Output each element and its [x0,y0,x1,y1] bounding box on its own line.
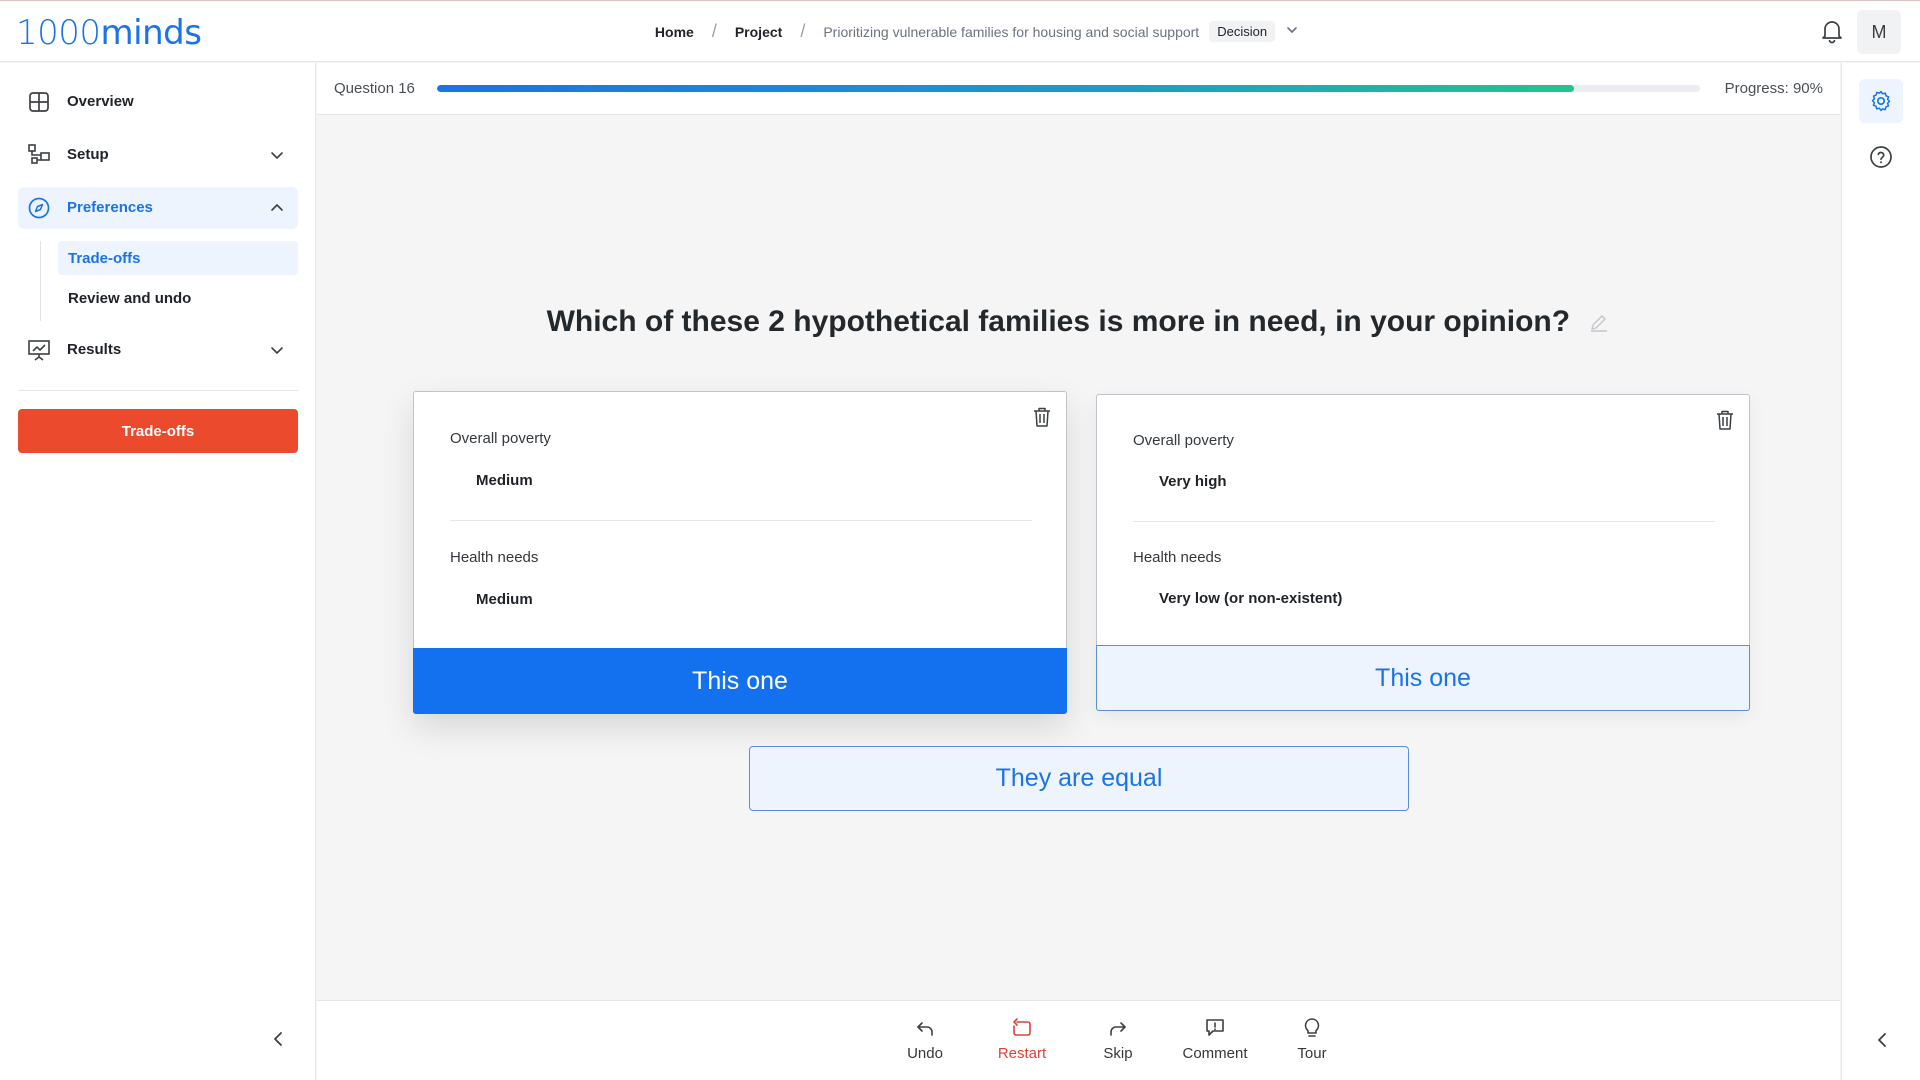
decision-badge: Decision [1209,21,1276,42]
chevron-left-icon[interactable] [1872,1030,1892,1050]
progress-bar-fill [437,85,1574,92]
skip-button[interactable]: Skip [1078,1017,1158,1062]
help-button[interactable] [1859,135,1903,179]
attribute-value: Medium [476,472,533,489]
sidebar-subitem-review-undo[interactable]: Review and undo [58,281,298,315]
compass-icon [28,197,50,219]
sidebar-divider [18,390,298,391]
attribute-value: Medium [476,591,533,608]
trash-icon[interactable] [1715,409,1735,431]
they-are-equal-button[interactable]: They are equal [749,746,1409,811]
attribute-value: Very high [1159,473,1227,490]
pencil-icon[interactable] [1588,311,1610,333]
question-heading: Which of these 2 hypothetical families i… [317,305,1840,339]
breadcrumb: Home / Project / Prioritizing vulnerable… [0,21,1920,42]
attribute-label: Overall poverty [1133,432,1234,449]
sidebar-item-label: Setup [67,146,109,163]
sidebar-item-setup[interactable]: Setup [18,134,298,176]
chevron-left-icon[interactable] [268,1029,288,1049]
sidebar-item-label: Overview [67,93,134,110]
restart-button[interactable]: Restart [982,1017,1062,1062]
progress-strip: Question 16 Progress: 90% [317,63,1840,115]
sidebar: Overview Setup Preferences Trade-offs Re… [0,63,316,1080]
attribute-value: Very low (or non-existent) [1159,590,1343,607]
footer-toolbar: Undo Restart Skip Comment Tour [317,1000,1840,1080]
attribute-label: Overall poverty [450,430,551,447]
bell-icon[interactable] [1818,17,1846,45]
undo-icon [917,1022,933,1036]
choose-option-a-button[interactable]: This one [413,648,1067,714]
breadcrumb-separator: / [800,21,806,41]
sidebar-item-label: Preferences [67,199,153,216]
chevron-down-icon[interactable] [1285,23,1299,40]
overview-icon [29,92,49,112]
skip-icon [1110,1022,1126,1036]
restart-label: Restart [997,1045,1047,1062]
choose-option-b-button[interactable]: This one [1096,645,1750,711]
avatar[interactable]: M [1857,10,1901,54]
setup-icon [28,144,50,164]
results-icon [28,340,50,361]
card-divider [1133,521,1715,522]
submenu-line [40,241,41,321]
help-icon [1870,146,1892,168]
comment-button[interactable]: Comment [1175,1017,1255,1062]
option-card-b: Overall poverty Very high Health needs V… [1096,394,1750,711]
attribute-label: Health needs [1133,549,1222,566]
restart-icon [1013,1018,1031,1036]
breadcrumb-home[interactable]: Home [655,24,694,40]
settings-button[interactable] [1859,79,1903,123]
option-card-a: Overall poverty Medium Health needs Medi… [413,391,1067,714]
chevron-up-icon [271,204,283,211]
progress-text: Progress: 90% [1724,80,1823,97]
sidebar-subitem-tradeoffs[interactable]: Trade-offs [58,241,298,275]
question-text: Which of these 2 hypothetical families i… [546,305,1571,338]
top-bar: 1000minds Home / Project / Prioritizing … [0,0,1920,62]
breadcrumb-current: Prioritizing vulnerable families for hou… [823,23,1200,40]
tradeoffs-cta-button[interactable]: Trade-offs [18,409,298,453]
breadcrumb-separator: / [711,21,717,41]
right-rail [1841,63,1920,1080]
sidebar-item-label: Results [67,341,122,358]
gear-icon [1871,90,1891,112]
sidebar-item-preferences[interactable]: Preferences [18,187,298,229]
tour-label: Tour [1297,1045,1327,1062]
progress-bar [437,85,1700,92]
card-divider [450,520,1032,521]
chevron-down-icon [271,152,283,159]
trash-icon[interactable] [1032,406,1052,428]
skip-label: Skip [1103,1045,1133,1062]
lightbulb-icon [1304,1018,1320,1037]
breadcrumb-project[interactable]: Project [735,24,782,40]
comment-label: Comment [1182,1045,1248,1062]
tour-button[interactable]: Tour [1272,1017,1352,1062]
sidebar-item-overview[interactable]: Overview [18,81,298,123]
undo-button[interactable]: Undo [885,1017,965,1062]
undo-label: Undo [907,1045,943,1062]
comment-icon [1206,1019,1224,1036]
sidebar-item-results[interactable]: Results [18,329,298,371]
attribute-label: Health needs [450,549,539,566]
chevron-down-icon [271,347,283,354]
question-number: Question 16 [334,80,415,97]
